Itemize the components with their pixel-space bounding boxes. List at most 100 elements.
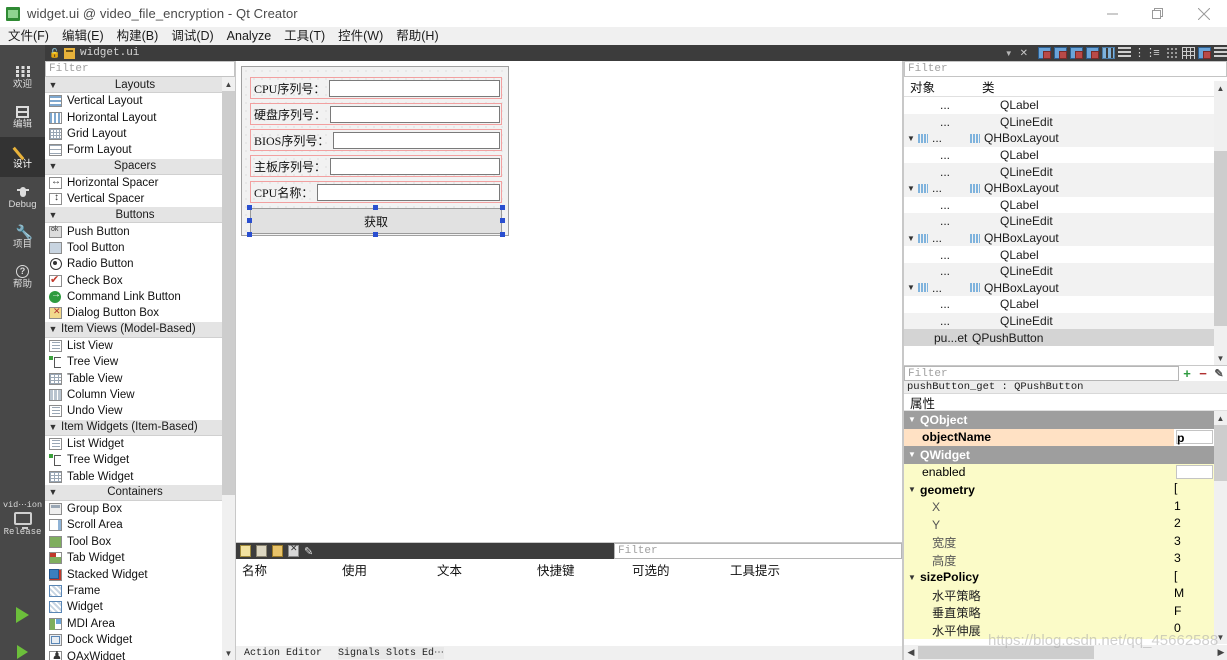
edit-signals-icon[interactable]	[1054, 47, 1067, 59]
selection-handle-mr[interactable]	[500, 218, 505, 223]
minimize-button[interactable]	[1089, 0, 1135, 27]
form-line-edit[interactable]	[317, 183, 500, 201]
scrollbar-thumb[interactable]	[918, 646, 1094, 659]
property-value[interactable]: M	[1174, 586, 1215, 604]
property-value[interactable]: F	[1174, 604, 1215, 622]
widget-item-undo-view[interactable]: Undo View	[45, 403, 223, 419]
layout-splitter-v-icon[interactable]: ≡	[1150, 47, 1163, 59]
mode-projects[interactable]: 🔧 项目	[0, 217, 45, 257]
property-row-width[interactable]: 宽度 3	[904, 533, 1215, 552]
widget-item-list-widget[interactable]: List Widget	[45, 436, 223, 452]
widget-group-containers[interactable]: ▼ Containers	[45, 484, 223, 501]
property-row-enabled[interactable]: enabled	[904, 463, 1215, 481]
table-row[interactable]: ▼ ... QHBoxLayout	[904, 130, 1215, 147]
widget-group-item-widgets[interactable]: ▼ Item Widgets (Item-Based)	[45, 419, 223, 436]
edit-buddies-icon[interactable]	[1070, 47, 1083, 59]
unlocked-icon[interactable]: 🔓	[49, 48, 61, 59]
column-name[interactable]: 名称	[236, 560, 336, 579]
new-action-icon[interactable]	[240, 545, 251, 557]
form-row-disk-serial[interactable]: 硬盘序列号：	[250, 103, 502, 125]
widget-group-layouts[interactable]: ▼ Layouts	[45, 77, 223, 93]
chevron-down-icon[interactable]: ▼	[904, 573, 920, 582]
widget-item-mdi-area[interactable]: MDI Area	[45, 616, 223, 632]
configure-icon[interactable]: ✎	[1211, 366, 1227, 381]
tab-signals-slots-editor[interactable]: Signals Slots Ed⋯	[338, 647, 445, 659]
property-value[interactable]: p	[1176, 429, 1213, 445]
widget-group-spacers[interactable]: ▼ Spacers	[45, 158, 223, 175]
copy-icon[interactable]	[256, 545, 267, 557]
property-row-geometry[interactable]: ▼ geometry [	[904, 481, 1215, 499]
layout-grid-icon[interactable]	[1182, 47, 1195, 59]
table-row-selected[interactable]: pu...et QPushButton	[904, 329, 1215, 346]
selection-handle-br[interactable]	[500, 232, 505, 237]
selection-handle-tc[interactable]	[373, 205, 378, 210]
table-row[interactable]: ... QLineEdit	[904, 113, 1215, 131]
form-line-edit[interactable]	[329, 79, 500, 97]
widget-item-tab-widget[interactable]: Tab Widget	[45, 550, 223, 566]
widget-item-check-box[interactable]: Check Box	[45, 273, 223, 289]
table-row[interactable]: ... QLineEdit	[904, 213, 1215, 230]
property-group-qobject[interactable]: ▼ QObject	[904, 411, 1215, 429]
selection-handle-bc[interactable]	[373, 232, 378, 237]
widget-item-push-button[interactable]: Push Button	[45, 223, 223, 239]
menu-help[interactable]: 帮助(H)	[396, 27, 438, 45]
chevron-down-icon[interactable]: ▼	[904, 184, 918, 193]
widget-group-item-views[interactable]: ▼ Item Views (Model-Based)	[45, 321, 223, 338]
table-row[interactable]: ... QLabel	[904, 97, 1215, 114]
mode-help[interactable]: ? 帮助	[0, 257, 45, 297]
delete-icon[interactable]	[288, 543, 299, 557]
layout-vertical-icon[interactable]	[1118, 47, 1131, 59]
table-row[interactable]: ... QLabel	[904, 296, 1215, 313]
scroll-left-icon[interactable]: ◀	[904, 647, 918, 658]
object-inspector-scrollbar[interactable]: ▲ ▼	[1214, 81, 1227, 365]
widget-item-horizontal-spacer[interactable]: Horizontal Spacer	[45, 175, 223, 191]
property-value[interactable]: 3	[1174, 551, 1215, 569]
widget-item-tree-view[interactable]: Tree View	[45, 354, 223, 370]
selection-handle-ml[interactable]	[247, 218, 252, 223]
close-button[interactable]	[1181, 0, 1227, 27]
widget-item-frame[interactable]: Frame	[45, 583, 223, 599]
scroll-down-icon[interactable]: ▼	[1214, 351, 1227, 365]
form-line-edit[interactable]	[333, 131, 500, 149]
column-checkable[interactable]: 可选的	[626, 560, 724, 579]
table-row[interactable]: ... QLabel	[904, 197, 1215, 214]
property-value[interactable]: [	[1174, 569, 1215, 587]
widget-item-vertical-spacer[interactable]: Vertical Spacer	[45, 191, 223, 207]
form-line-edit[interactable]	[330, 157, 500, 175]
column-text[interactable]: 文本	[431, 560, 531, 579]
widget-item-tool-box[interactable]: Tool Box	[45, 534, 223, 550]
object-inspector-filter[interactable]: Filter	[904, 61, 1227, 77]
property-editor-scrollbar[interactable]: ▲ ▼	[1214, 411, 1227, 644]
form-row-cpu-serial[interactable]: CPU序列号：	[250, 77, 502, 99]
action-editor-filter[interactable]: Filter	[614, 543, 902, 559]
chevron-down-icon[interactable]: ▼	[904, 485, 920, 494]
widget-item-tool-button[interactable]: Tool Button	[45, 240, 223, 256]
tab-action-editor[interactable]: Action Editor	[244, 648, 322, 659]
column-used[interactable]: 使用	[336, 560, 431, 579]
form-row-bios-serial[interactable]: BIOS序列号：	[250, 129, 502, 151]
selection-handle-tl[interactable]	[247, 205, 252, 210]
column-class[interactable]: 类	[982, 77, 1227, 96]
scroll-up-icon[interactable]: ▲	[1214, 81, 1227, 95]
table-row[interactable]: ... QLabel	[904, 246, 1215, 263]
menu-window[interactable]: 控件(W)	[338, 27, 383, 45]
property-row-objectname[interactable]: objectName p	[904, 428, 1215, 446]
paste-icon[interactable]	[272, 545, 283, 557]
scroll-up-icon[interactable]: ▲	[1214, 411, 1227, 425]
column-tooltip[interactable]: 工具提示	[724, 560, 902, 579]
mode-edit[interactable]: 编辑	[0, 97, 45, 137]
remove-icon[interactable]: −	[1195, 366, 1211, 381]
table-row[interactable]: ▼ ... QHBoxLayout	[904, 179, 1215, 197]
property-value[interactable]: 3	[1174, 534, 1215, 552]
mode-welcome[interactable]: 欢迎	[0, 57, 45, 97]
widget-group-buttons[interactable]: ▼ Buttons	[45, 207, 223, 224]
table-row[interactable]: ... QLabel	[904, 147, 1215, 164]
scroll-down-icon[interactable]: ▼	[222, 646, 235, 660]
widget-item-column-view[interactable]: Column View	[45, 387, 223, 403]
column-shortcut[interactable]: 快捷键	[531, 560, 626, 579]
form-window[interactable]: CPU序列号： 硬盘序列号： BIOS序列号： 主板序列号： CPU名称： 获取	[241, 66, 509, 237]
edit-widgets-icon[interactable]	[1038, 47, 1051, 59]
maximize-button[interactable]	[1135, 0, 1181, 27]
close-icon[interactable]: ✕	[1020, 48, 1028, 59]
kit-selector[interactable]: vid⋯ion Release	[0, 500, 45, 537]
